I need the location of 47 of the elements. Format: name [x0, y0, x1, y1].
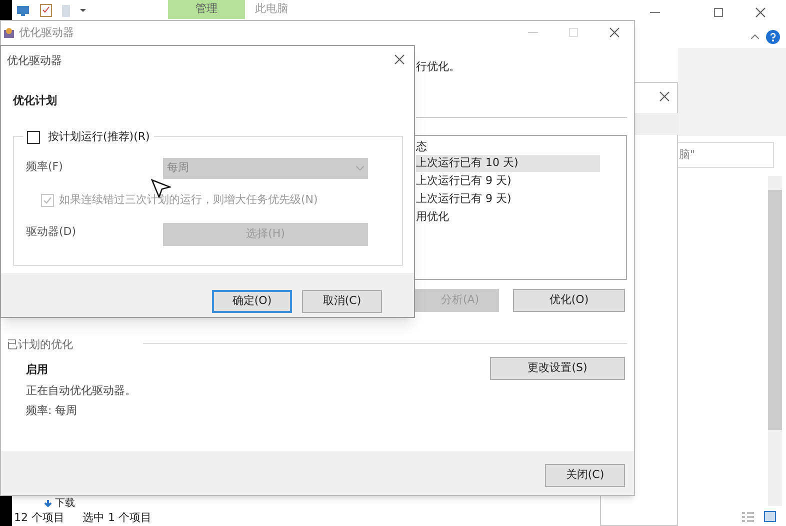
checkbox-label: 如果连续错过三次计划的运行，则增大任务优先级(N) — [59, 192, 318, 208]
schedule-status: 启用 — [26, 362, 48, 378]
help-icon[interactable] — [766, 30, 780, 44]
status-text: 12 个项目 — [14, 510, 64, 526]
dropdown-caret-icon[interactable] — [80, 8, 86, 13]
close-icon[interactable] — [394, 54, 405, 65]
close-button[interactable]: 关闭(C) — [545, 464, 625, 487]
desktop-edge — [0, 496, 12, 526]
checklist-icon[interactable] — [40, 4, 52, 17]
chevron-up-icon[interactable] — [751, 34, 759, 39]
download-icon — [44, 500, 52, 506]
drive-row[interactable]: 上次运行已有 10 天) — [416, 155, 600, 172]
drives-label: 驱动器(D) — [26, 224, 76, 240]
scrollbar[interactable] — [768, 176, 782, 506]
schedule-frequency: 频率: 每周 — [26, 403, 78, 419]
dialog-button[interactable]: 取消(C) — [302, 290, 382, 313]
chevron-down-icon — [356, 166, 364, 171]
section-heading: 已计划的优化 — [7, 337, 73, 353]
close-icon[interactable] — [755, 7, 766, 18]
description: 行优化。 — [416, 59, 460, 75]
nav-item-label: 下载 — [55, 498, 75, 508]
close-icon[interactable] — [609, 27, 620, 38]
dialog-title: 优化驱动器 — [7, 53, 62, 69]
nav-item[interactable]: 下载 — [44, 497, 75, 509]
desktop-edge — [0, 0, 12, 20]
checkbox[interactable] — [27, 130, 40, 144]
maximize-icon[interactable] — [714, 8, 723, 17]
column-header: 态 — [416, 139, 427, 155]
window-title: 优化驱动器 — [19, 25, 74, 41]
schedule-description: 正在自动优化驱动器。 — [26, 383, 136, 399]
dialog-button[interactable]: 确定(O) — [212, 290, 292, 313]
close-icon[interactable] — [659, 91, 670, 102]
checkbox-label: 按计划运行(推荐)(R) — [48, 129, 150, 145]
thumbnail-view-icon[interactable] — [764, 511, 776, 522]
dialog-heading: 优化计划 — [13, 93, 57, 109]
app-icon — [3, 27, 15, 40]
status-text: 选中 1 个项目 — [82, 510, 152, 526]
monitor-icon[interactable] — [16, 4, 30, 16]
drive-row[interactable]: 上次运行已有 9 天) — [416, 173, 600, 190]
ribbon-tab[interactable]: 管理 — [168, 0, 245, 19]
drive-row[interactable]: 用优化 — [416, 209, 600, 226]
drive-row[interactable]: 上次运行已有 9 天) — [416, 191, 600, 208]
change-settings-button[interactable]: 更改设置(S) — [490, 357, 625, 380]
frequency-label: 频率(F) — [26, 159, 63, 175]
details-view-icon[interactable] — [742, 512, 754, 522]
dropdown-value: 每周 — [167, 160, 189, 176]
action-button[interactable]: 优化(O) — [513, 289, 625, 312]
